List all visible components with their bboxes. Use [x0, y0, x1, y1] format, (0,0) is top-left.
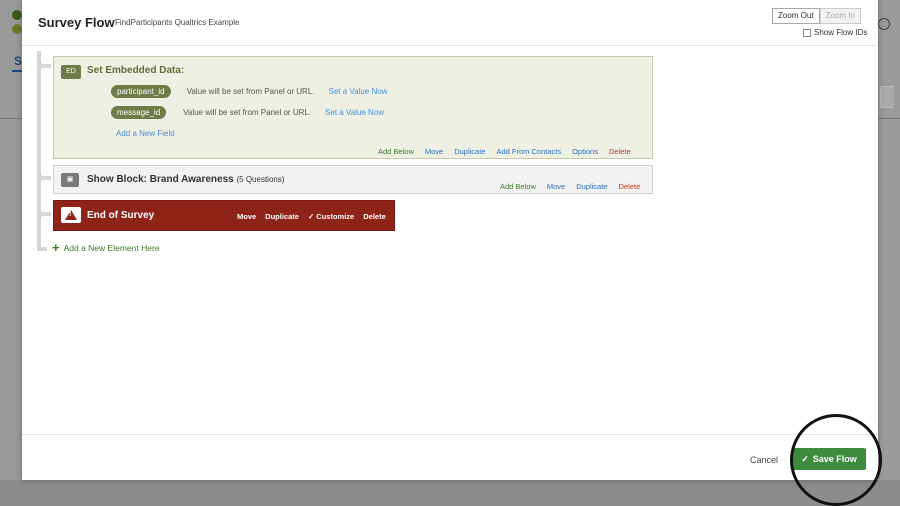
zoom-out-button[interactable]: Zoom Out [772, 8, 820, 24]
end-of-survey-element[interactable]: End of Survey Move Duplicate ✓ Customize… [53, 200, 395, 231]
background-tab-underline [12, 70, 22, 72]
field-name-pill[interactable]: participant_id [111, 85, 171, 98]
delete-button[interactable]: Delete [363, 212, 386, 221]
add-new-field-link[interactable]: Add a New Field [116, 129, 175, 138]
flow-arrow-icon [39, 173, 45, 183]
move-button[interactable]: Move [425, 147, 443, 156]
duplicate-button[interactable]: Duplicate [265, 212, 299, 221]
zoom-controls: Zoom Out Zoom In [772, 8, 861, 24]
block-cube-icon: ▣ [61, 173, 79, 187]
plus-icon: + [52, 240, 60, 255]
flow-connector-line [37, 51, 41, 251]
customize-button[interactable]: ✓ Customize [308, 212, 354, 221]
block-title-text: Show Block: Brand Awareness [87, 174, 234, 185]
warning-icon [61, 207, 81, 223]
duplicate-button[interactable]: Duplicate [576, 182, 607, 191]
zoom-in-button[interactable]: Zoom In [819, 8, 861, 24]
add-new-element-label: Add a New Element Here [63, 243, 160, 253]
delete-button[interactable]: Delete [618, 182, 640, 191]
save-flow-button[interactable]: ✓ Save Flow [792, 448, 866, 470]
options-button[interactable]: Options [572, 147, 598, 156]
flow-arrow-icon [39, 209, 45, 219]
save-flow-label: Save Flow [812, 454, 857, 464]
background-tab: S [14, 54, 23, 68]
embedded-field-row: message_id Value will be set from Panel … [111, 106, 384, 119]
show-flow-ids-label: Show Flow IDs [814, 28, 868, 37]
move-button[interactable]: Move [547, 182, 565, 191]
embedded-data-element[interactable]: ED Set Embedded Data: participant_id Val… [53, 56, 653, 159]
checkmark-icon: ✓ [801, 453, 809, 464]
modal-title: Survey Flow [38, 15, 115, 30]
modal-header: Survey Flow FindParticipants Qualtrics E… [22, 0, 878, 46]
field-value-description: Value will be set from Panel or URL. [183, 108, 312, 117]
set-value-link[interactable]: Set a Value Now [325, 108, 384, 117]
embedded-field-row: participant_id Value will be set from Pa… [111, 85, 388, 98]
show-flow-ids-checkbox[interactable] [803, 28, 811, 37]
show-block-element[interactable]: ▣ Show Block: Brand Awareness (5 Questio… [53, 165, 653, 194]
cancel-button[interactable]: Cancel [750, 455, 778, 465]
flow-branch [37, 247, 47, 251]
background-input [880, 86, 894, 108]
duplicate-button[interactable]: Duplicate [454, 147, 485, 156]
block-actions: Add Below Move Duplicate Delete [500, 182, 640, 191]
add-from-contacts-button[interactable]: Add From Contacts [496, 147, 561, 156]
field-value-description: Value will be set from Panel or URL. [186, 87, 315, 96]
set-value-link[interactable]: Set a Value Now [329, 87, 388, 96]
survey-flow-modal: Survey Flow FindParticipants Qualtrics E… [22, 0, 878, 480]
embedded-data-actions: Add Below Move Duplicate Add From Contac… [378, 147, 631, 156]
show-flow-ids-toggle[interactable]: Show Flow IDs [803, 28, 867, 37]
end-of-survey-actions: Move Duplicate ✓ Customize Delete [237, 212, 386, 221]
field-name-pill[interactable]: message_id [111, 106, 167, 119]
show-block-title: Show Block: Brand Awareness (5 Questions… [87, 174, 285, 185]
delete-button[interactable]: Delete [609, 147, 631, 156]
move-button[interactable]: Move [237, 212, 256, 221]
add-below-button[interactable]: Add Below [500, 182, 536, 191]
survey-name: FindParticipants Qualtrics Example [115, 18, 240, 27]
background-divider [0, 118, 22, 119]
end-of-survey-title: End of Survey [87, 210, 155, 221]
clock-icon [878, 18, 890, 30]
background-divider-right [878, 118, 900, 119]
embedded-data-title: Set Embedded Data: [87, 65, 185, 76]
modal-footer: Cancel ✓ Save Flow [22, 434, 878, 480]
add-below-button[interactable]: Add Below [378, 147, 414, 156]
flow-arrow-icon [39, 61, 45, 71]
question-count: (5 Questions) [236, 175, 285, 184]
flow-canvas: ED Set Embedded Data: participant_id Val… [22, 46, 878, 434]
add-new-element-button[interactable]: + Add a New Element Here [52, 240, 160, 255]
embedded-data-icon: ED [61, 65, 81, 79]
